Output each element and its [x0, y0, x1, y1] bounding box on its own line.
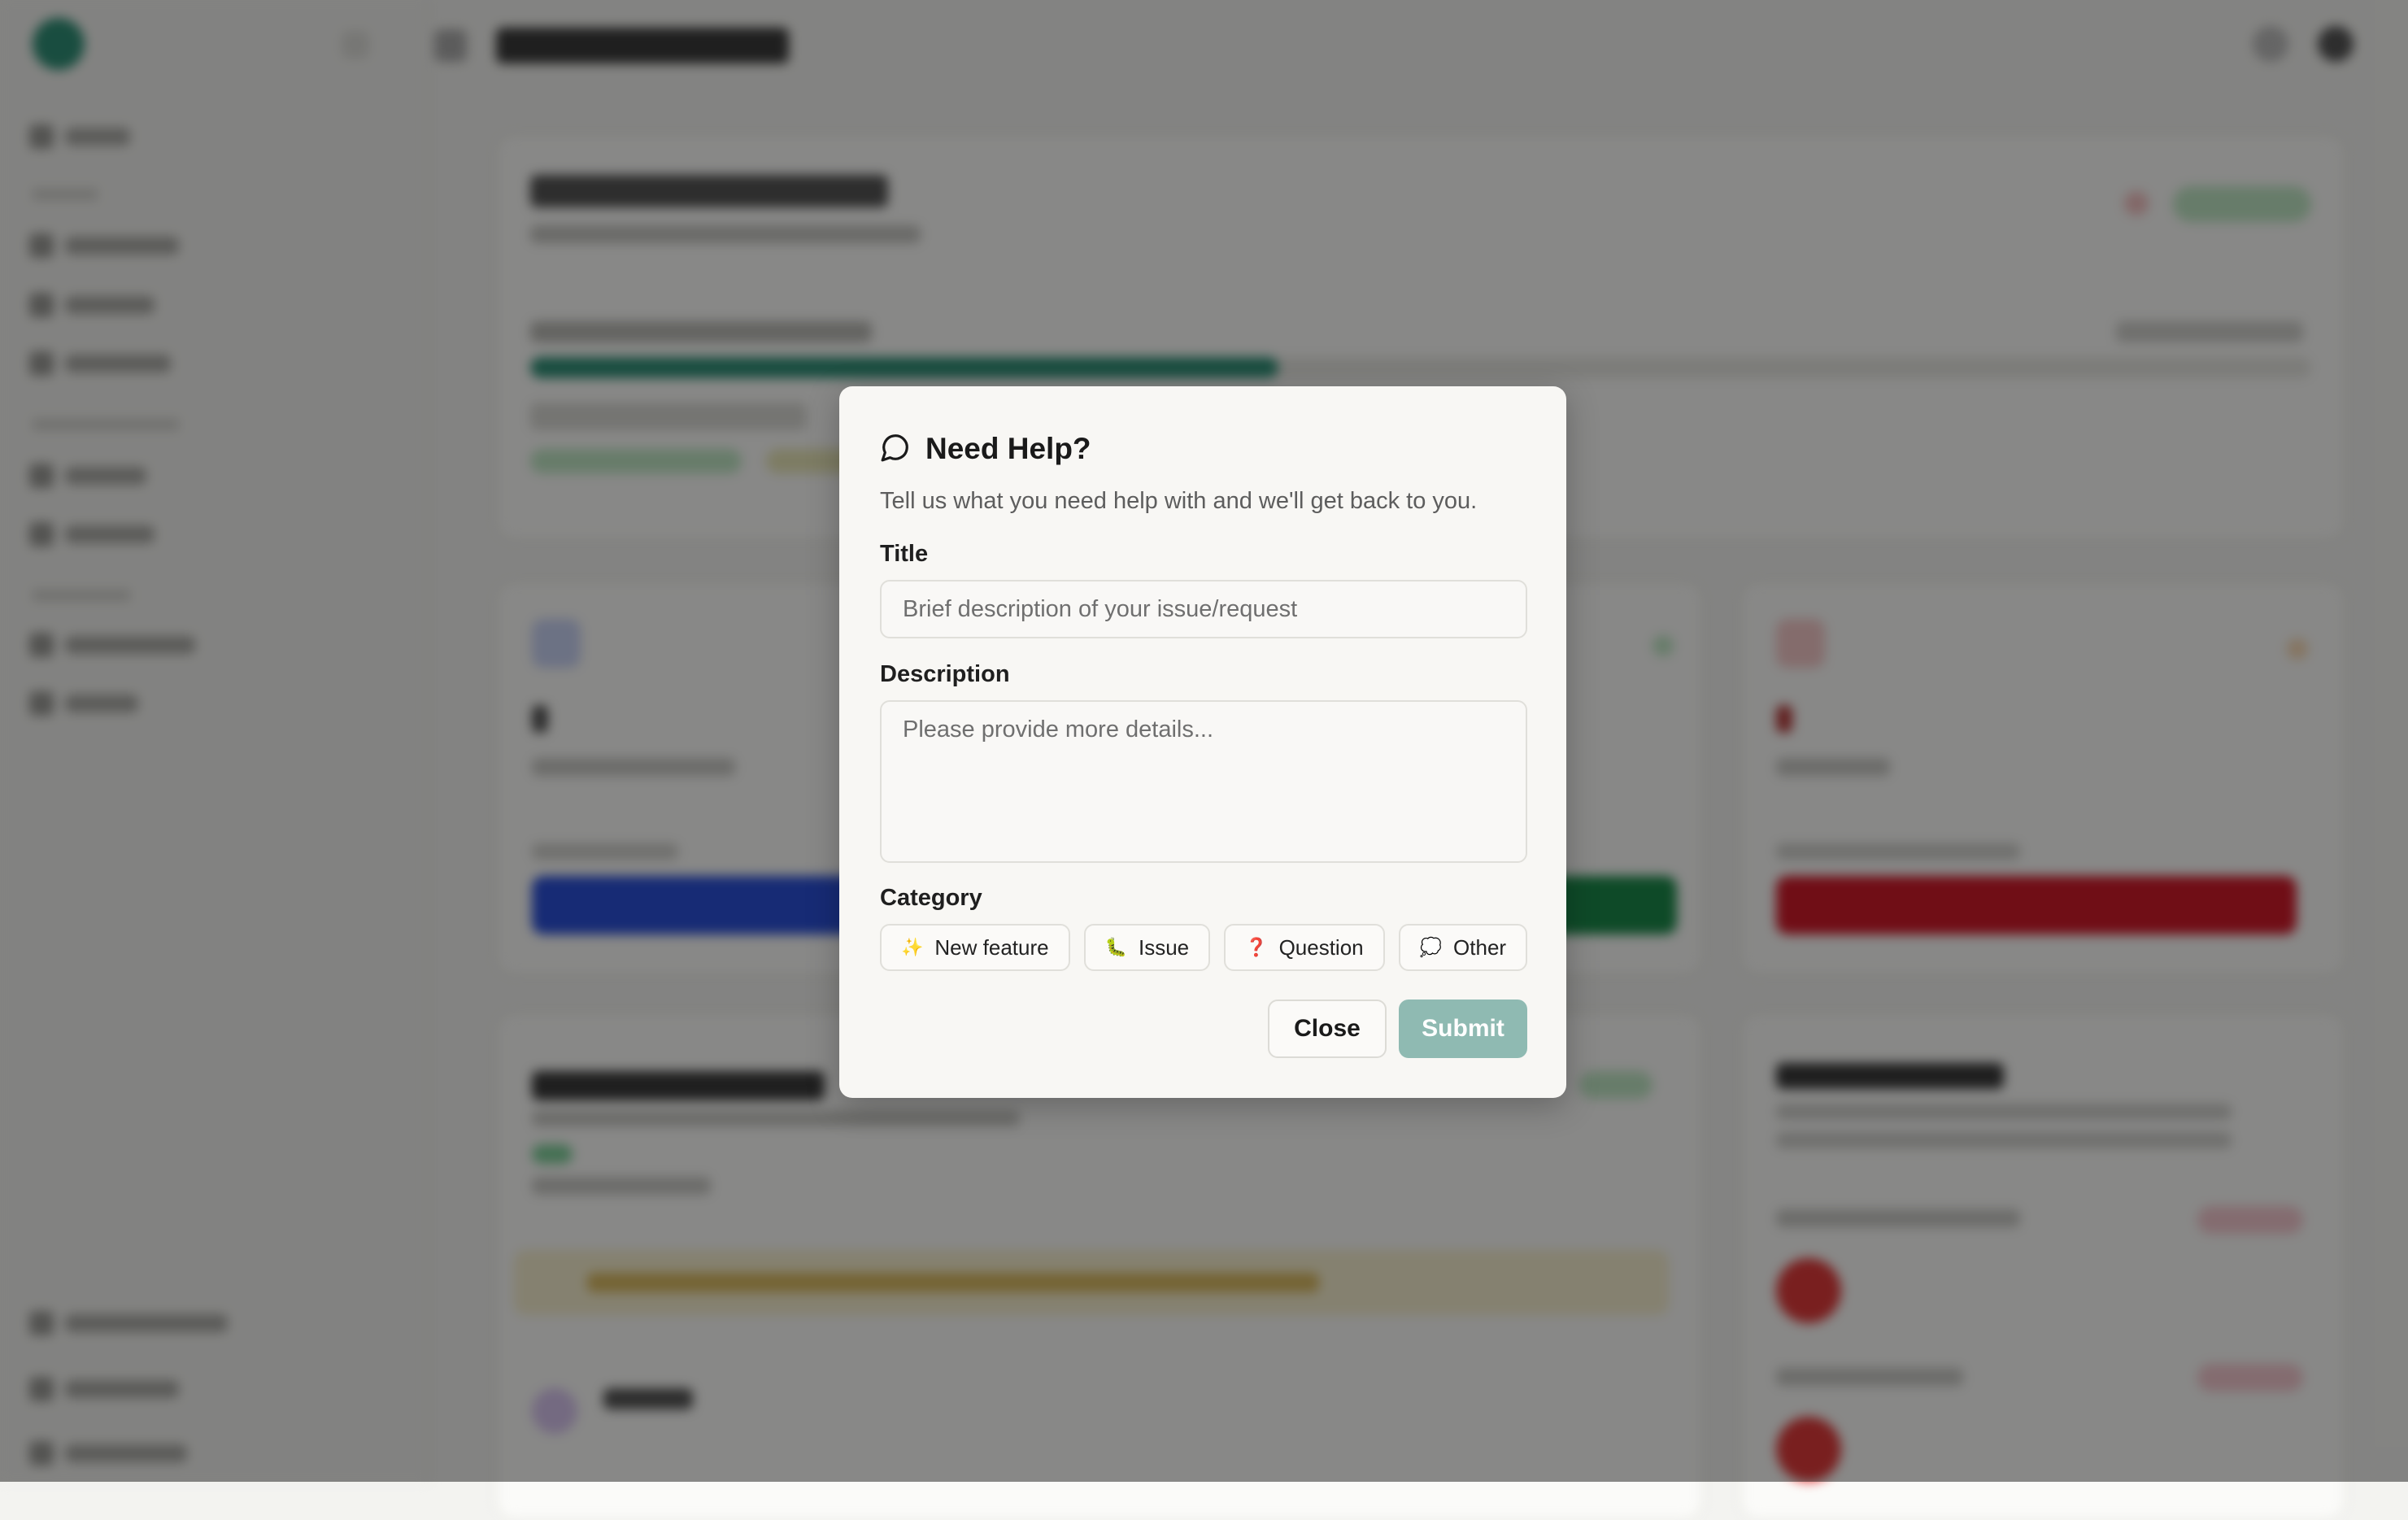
- category-options: ✨ New feature 🐛 Issue ❓ Question 💭 Other: [880, 924, 1528, 971]
- sparkles-icon: ✨: [901, 937, 924, 957]
- question-icon: ❓: [1245, 937, 1268, 957]
- title-label: Title: [880, 541, 929, 567]
- submit-button[interactable]: Submit: [1399, 1000, 1527, 1058]
- category-question[interactable]: ❓ Question: [1224, 924, 1385, 971]
- category-new-feature[interactable]: ✨ New feature: [880, 924, 1070, 971]
- dialog-description: Tell us what you need help with and we'l…: [880, 488, 1478, 514]
- close-button[interactable]: Close: [1268, 1000, 1387, 1058]
- category-label-question: Question: [1278, 934, 1364, 960]
- description-textarea[interactable]: [880, 700, 1527, 863]
- category-label: Category: [880, 885, 982, 911]
- help-dialog: Need Help? Tell us what you need help wi…: [839, 386, 1566, 1098]
- chat-bubble-icon: [880, 432, 911, 467]
- bug-icon: 🐛: [1104, 937, 1127, 957]
- category-label-issue: Issue: [1139, 934, 1190, 960]
- dialog-header: Need Help?: [880, 429, 1091, 469]
- category-other[interactable]: 💭 Other: [1398, 924, 1528, 971]
- description-label: Description: [880, 661, 1010, 687]
- title-input[interactable]: [880, 580, 1527, 638]
- category-label-other: Other: [1453, 934, 1507, 960]
- category-issue[interactable]: 🐛 Issue: [1083, 924, 1211, 971]
- dialog-title: Need Help?: [925, 432, 1091, 465]
- category-label-new-feature: New feature: [934, 934, 1049, 960]
- chat-bubble-icon: 💭: [1419, 937, 1443, 957]
